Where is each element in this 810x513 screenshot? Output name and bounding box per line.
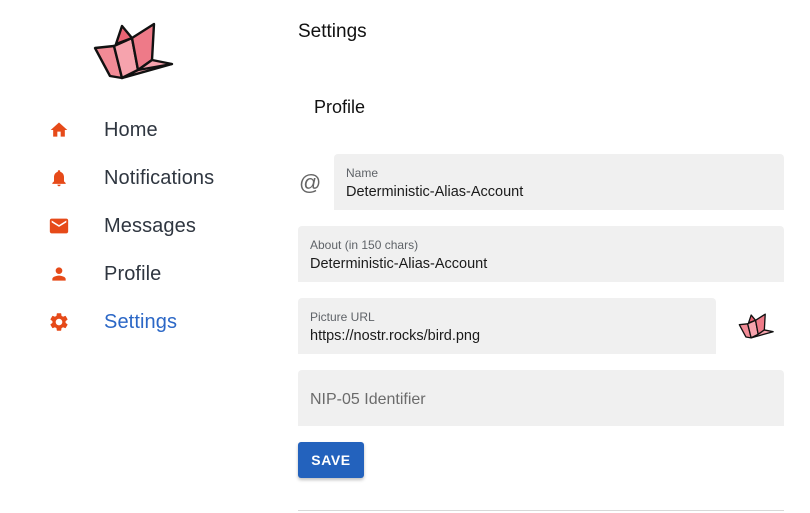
bell-icon: [48, 167, 70, 189]
picture-url-field-label: Picture URL: [310, 310, 375, 324]
picture-url-field[interactable]: Picture URL: [298, 298, 716, 354]
section-title-profile: Profile: [314, 97, 366, 117]
nav-item-messages[interactable]: Messages: [48, 210, 268, 242]
picture-url-input[interactable]: [310, 328, 704, 344]
nav-label-notifications: Notifications: [104, 166, 215, 189]
about-input[interactable]: [310, 256, 772, 272]
nav-item-settings[interactable]: Settings: [48, 306, 268, 338]
gear-icon: [48, 311, 70, 333]
name-field[interactable]: Name: [334, 154, 784, 210]
app-logo-bird: [93, 22, 174, 80]
mail-icon: [48, 215, 70, 237]
nav-item-profile[interactable]: Profile: [48, 258, 268, 290]
about-field-label: About (in 150 chars): [310, 238, 419, 252]
save-button[interactable]: SAVE: [298, 442, 364, 478]
home-icon: [48, 119, 70, 141]
name-field-label: Name: [346, 166, 379, 180]
nip05-field[interactable]: [298, 370, 784, 426]
nav-item-home[interactable]: Home: [48, 114, 268, 146]
profile-picture-bird-icon: [738, 313, 774, 339]
nav-label-messages: Messages: [104, 214, 196, 237]
nav-label-settings: Settings: [104, 310, 178, 333]
nav-label-home: Home: [104, 118, 158, 141]
divider: [298, 510, 784, 511]
person-icon: [48, 263, 70, 285]
about-field[interactable]: About (in 150 chars): [298, 226, 784, 282]
nip05-input[interactable]: [310, 392, 772, 408]
nav-label-profile: Profile: [104, 262, 162, 285]
nav-item-notifications[interactable]: Notifications: [48, 162, 268, 194]
at-sign-icon: @: [299, 170, 322, 195]
name-input[interactable]: [346, 184, 772, 200]
page-title: Settings: [298, 21, 367, 42]
